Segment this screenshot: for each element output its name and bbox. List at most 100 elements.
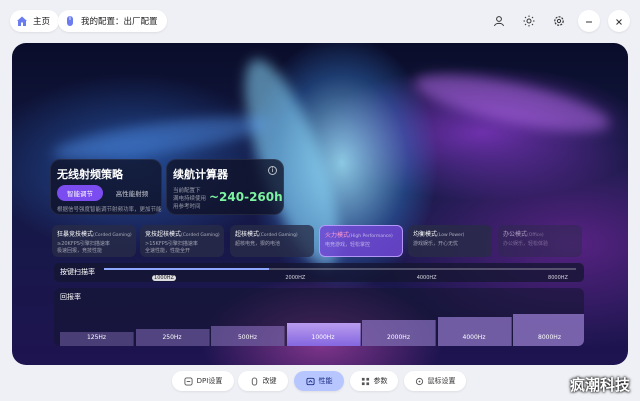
mode-description: ≥20KFPS引擎扫描速率 极速回报，竞技性能 [57,241,131,255]
tab-dpi[interactable]: DPI设置 [172,371,234,391]
mode-title: 均衡模式(Low Power) [413,229,487,238]
mode-subtitle: (High Performance) [349,234,393,239]
polling-rate-option[interactable]: 500Hz [211,326,285,346]
mouse-settings-icon [415,377,424,386]
high-performance-rf-button[interactable]: 高性能射频 [109,185,155,201]
scan-rate-track[interactable] [104,268,576,270]
polling-rate-option[interactable]: 250Hz [135,329,210,346]
polling-rate-label: 1000Hz [311,334,335,341]
tab-label: 鼠标设置 [427,377,456,385]
dpi-icon [184,376,193,386]
settings-button[interactable] [548,10,570,32]
mode-card[interactable]: 均衡模式(Low Power) 游戏娱乐，开心无忧 [408,225,492,257]
close-button[interactable] [608,10,630,32]
polling-rate-option[interactable]: 8000Hz [513,314,584,346]
polling-rate-option[interactable]: 1000Hz [286,323,361,346]
tab-label: 性能 [318,377,333,385]
scan-rate-option[interactable]: 2000HZ [285,275,305,281]
scan-rate-option[interactable]: 1000HZ [152,275,176,281]
wireless-description: 根据信号强度智能调节射频功率，更加节能 [57,207,162,213]
mode-card[interactable]: 办公模式(Office) 办公娱乐，轻松体验 [498,225,582,257]
config-selector[interactable]: 我的配置：出厂配置 [58,10,167,32]
mode-title: 办公模式(Office) [503,229,577,238]
mode-desc-line: 全速性能，性能全开 [145,248,191,254]
tab-performance[interactable]: 性能 [294,371,344,391]
mode-desc-line: 办公娱乐，轻松体验 [503,241,549,247]
polling-rate-label: 8000Hz [538,334,561,341]
scan-rate-fill [104,268,270,270]
mode-card[interactable]: 竞技超核模式(Corded Gaming) >15KFPS引擎扫描速率 全速性能，性… [140,225,224,257]
background-light-streak [410,62,614,144]
polling-rate-label: 4000Hz [462,334,486,341]
polling-rate-selector: 回报率 125Hz 250Hz 500Hz 1000Hz 2000Hz 4000Hz 800… [54,288,584,346]
mode-subtitle: (Office) [527,233,544,238]
mouse-icon [250,376,259,386]
battery-desc-line: 满电持续使用 [173,196,207,202]
mode-name: 竞技超核模式 [145,231,182,238]
polling-rate-option[interactable]: 125Hz [60,332,134,346]
polling-rate-label: 回报率 [60,293,81,301]
mode-name: 超核模式 [235,231,260,238]
polling-rate-label: 250Hz [162,334,182,341]
tab-label: 改键 [262,377,277,385]
mode-name: 狂暴竞技模式 [57,231,94,238]
mode-title: 狂暴竞技模式(Corded Gaming) [57,229,132,238]
window-controls [488,10,630,32]
scan-rate-slider[interactable]: 按键扫描率 1000HZ 2000HZ 4000HZ 8000HZ [54,263,584,282]
battery-calculator-card: 续航计算器 i 当前配置下 满电持续使用 用参考时间 ~240-260h [166,159,284,215]
polling-rate-option[interactable]: 4000Hz [437,317,512,346]
mode-description: 游戏娱乐，开心无忧 [413,241,487,248]
tab-mouse-settings[interactable]: 鼠标设置 [404,371,466,391]
mode-subtitle: (Low Power) [437,233,465,238]
mode-desc-line: 游戏娱乐，开心无忧 [413,241,459,247]
settings-icon [553,12,565,31]
mode-card[interactable]: 火力模式(High Performance) 电竞游戏，轻松掌控 [319,225,403,257]
mode-desc-line: 电竞游戏，轻松掌控 [325,242,371,248]
home-label: 主页 [33,17,51,27]
battery-desc-line: 当前配置下 [173,188,201,194]
wireless-strategy-card: 无线射频策略 智能调节 高性能射频 根据信号强度智能调节射频功率，更加节能 [50,159,162,215]
battery-desc-line: 用参考时间 [173,204,201,210]
mode-description: >15KFPS引擎扫描速率 全速性能，性能全开 [145,241,219,255]
mode-subtitle: (Corded Gaming) [181,233,220,238]
brightness-button[interactable] [518,10,540,32]
minimize-icon [584,12,594,31]
polling-rate-label: 500Hz [237,334,258,341]
polling-rate-label: 2000Hz [387,334,410,341]
scan-rate-option[interactable]: 8000HZ [548,275,568,281]
info-icon[interactable]: i [268,166,277,175]
tab-grid[interactable]: 参数 [350,371,398,391]
watermark-logo: 疯潮科技 [569,376,630,394]
mode-name: 办公模式 [503,231,528,238]
user-icon [493,12,505,31]
smart-adjust-button[interactable]: 智能调节 [57,185,103,201]
mode-card[interactable]: 狂暴竞技模式(Corded Gaming) ≥20KFPS引擎扫描速率 极速回报，竞… [52,225,136,257]
user-button[interactable] [488,10,510,32]
home-button[interactable]: 主页 [10,10,60,32]
polling-rate-option[interactable]: 2000Hz [362,320,436,346]
scan-rate-label: 按键扫描率 [60,268,95,276]
tab-label: DPI设置 [196,377,223,385]
brightness-icon [523,12,535,31]
battery-estimate-value: ~240-260h [209,190,283,204]
bottom-tab-bar: DPI设置 改键 性能 参数 鼠标设置 [0,371,640,393]
mode-description: 办公娱乐，轻松体验 [503,241,577,248]
performance-panel: 无线射频策略 智能调节 高性能射频 根据信号强度智能调节射频功率，更加节能 续航… [12,43,628,365]
mode-desc-line: ≥20KFPS引擎扫描速率 [57,241,110,247]
mouse-icon [64,15,76,27]
battery-description: 当前配置下 满电持续使用 用参考时间 [173,187,206,211]
mode-card[interactable]: 超核模式(Corded Gaming) 超核电竞，狠的电池 [230,225,314,257]
battery-card-title: 续航计算器 [173,168,228,181]
wireless-card-title: 无线射频策略 [57,168,123,181]
config-label: 我的配置：出厂配置 [81,17,158,27]
mode-desc-line: >15KFPS引擎扫描速率 [145,241,198,247]
mode-name: 均衡模式 [413,231,438,238]
close-icon [614,12,624,31]
minimize-button[interactable] [578,10,600,32]
mode-description: 电竞游戏，轻松掌控 [325,242,397,249]
mode-subtitle: (Corded Gaming) [93,233,132,238]
tab-label: 参数 [373,377,388,385]
tab-mouse[interactable]: 改键 [238,371,288,391]
scan-rate-option[interactable]: 4000HZ [417,275,437,281]
mode-desc-line: 超核电竞，狠的电池 [235,241,281,247]
